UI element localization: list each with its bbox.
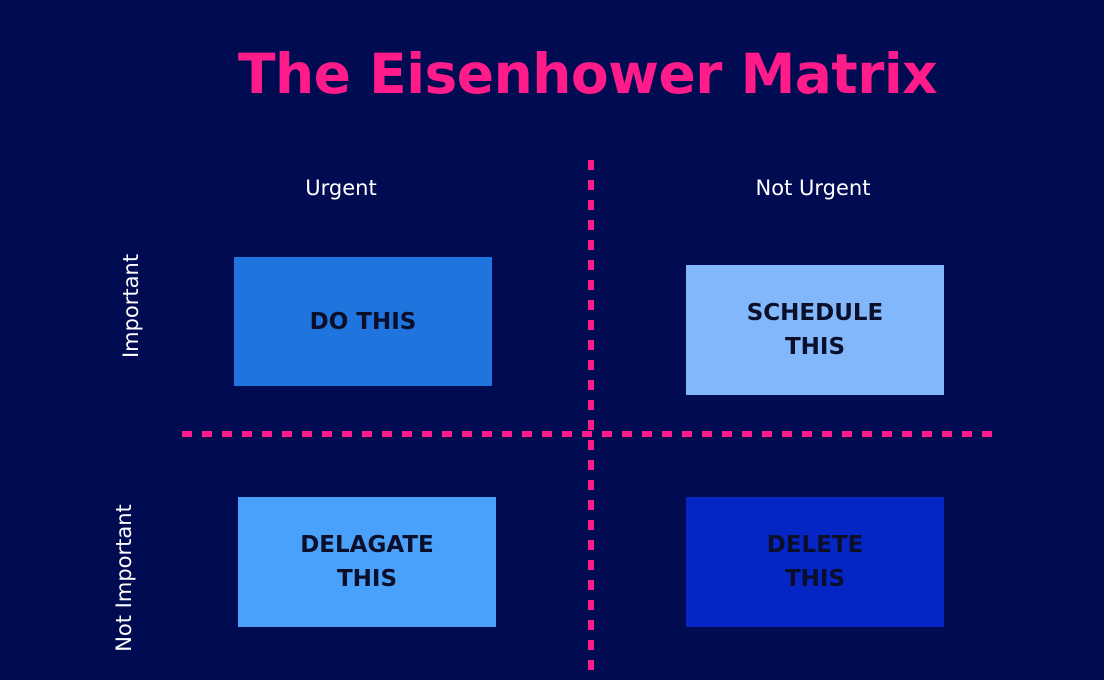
column-label-urgent: Urgent [305, 176, 377, 200]
quadrant-delete-this: DELETE THIS [686, 497, 944, 627]
quadrant-schedule-this: SCHEDULE THIS [686, 265, 944, 395]
quadrant-schedule-label: SCHEDULE THIS [746, 300, 884, 360]
column-label-not-urgent: Not Urgent [755, 176, 871, 200]
page-title: The Eisenhower Matrix [238, 42, 938, 106]
eisenhower-matrix-slide: The Eisenhower Matrix Urgent Not Urgent … [0, 0, 1104, 680]
horizontal-divider [182, 431, 992, 437]
quadrant-delegate-this: DELAGATE THIS [238, 497, 496, 627]
vertical-divider [588, 160, 594, 680]
quadrant-do-label: DO THIS [309, 308, 417, 335]
quadrant-delete-label: DELETE THIS [766, 532, 864, 592]
quadrant-do-this: DO THIS [234, 257, 492, 386]
row-label-not-important: Not Important [112, 504, 136, 652]
row-label-important: Important [119, 253, 143, 359]
quadrant-delegate-label: DELAGATE THIS [300, 532, 434, 592]
